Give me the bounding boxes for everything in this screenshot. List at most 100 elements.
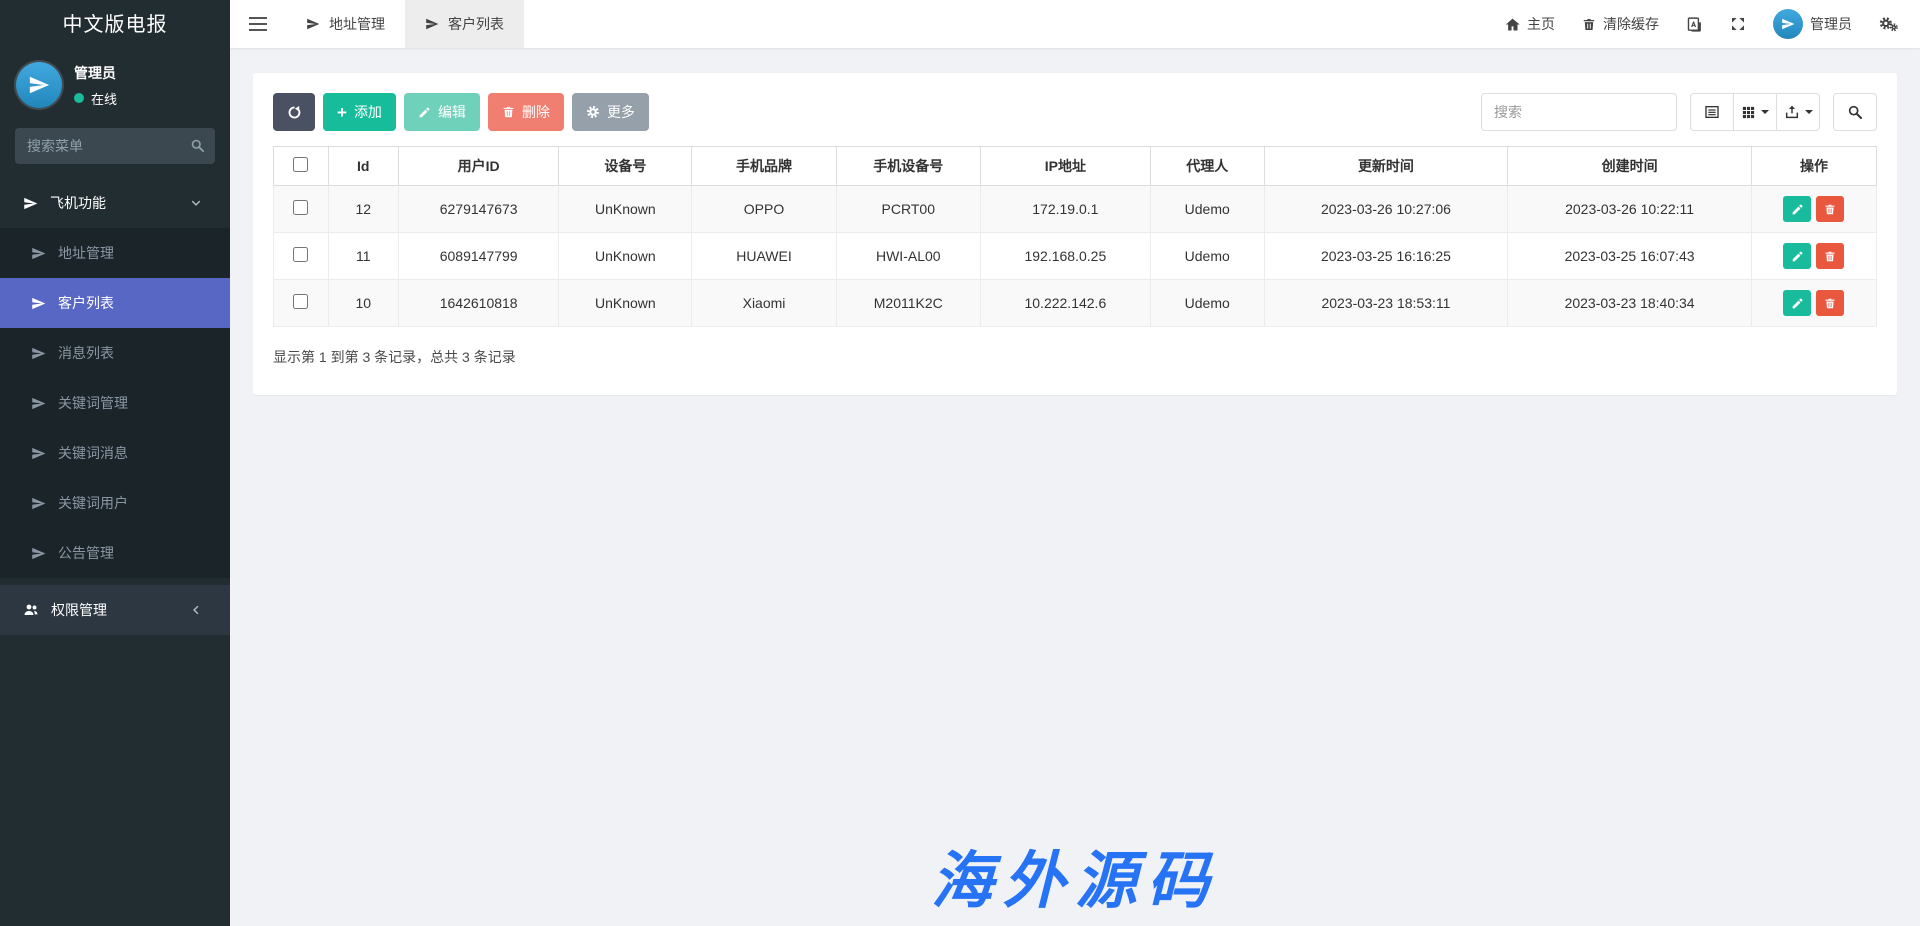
search-submit-button[interactable] <box>1833 93 1877 131</box>
edit-button[interactable]: 编辑 <box>404 93 480 131</box>
refresh-button[interactable] <box>273 93 315 131</box>
sidebar-item-address-mgmt[interactable]: 地址管理 <box>0 228 230 278</box>
fullscreen-button[interactable] <box>1730 16 1746 32</box>
col-model: 手机设备号 <box>836 147 980 186</box>
search-icon <box>1847 104 1863 120</box>
online-status-dot <box>74 93 84 103</box>
clear-cache-link[interactable]: 清除缓存 <box>1582 14 1659 34</box>
table-search-input[interactable] <box>1481 93 1677 131</box>
paper-plane-icon <box>31 246 46 261</box>
navbar-right: 主页 清除缓存 管理员 <box>1505 0 1920 48</box>
user-name: 管理员 <box>74 63 117 83</box>
paper-plane-icon <box>31 296 46 311</box>
sidebar-item-keyword-mgmt[interactable]: 关键词管理 <box>0 378 230 428</box>
col-agent: 代理人 <box>1150 147 1264 186</box>
select-all-checkbox[interactable] <box>293 157 308 172</box>
home-link[interactable]: 主页 <box>1505 14 1555 34</box>
row-edit-button[interactable] <box>1783 290 1811 316</box>
sidebar-item-announcement-mgmt[interactable]: 公告管理 <box>0 528 230 578</box>
pencil-icon <box>1791 297 1804 310</box>
pencil-icon <box>418 106 431 119</box>
cell-created: 2023-03-25 16:07:43 <box>1508 233 1752 280</box>
export-button[interactable] <box>1776 93 1820 131</box>
cell-device: UnKnown <box>559 280 692 327</box>
cell-brand: HUAWEI <box>692 233 836 280</box>
row-delete-button[interactable] <box>1816 290 1844 316</box>
delete-label: 删除 <box>522 102 550 122</box>
refresh-icon <box>287 105 302 120</box>
caret-down-icon <box>1805 110 1813 114</box>
table-row[interactable]: 11 6089147799 UnKnown HUAWEI HWI-AL00 19… <box>274 233 1877 280</box>
table-row[interactable]: 12 6279147673 UnKnown OPPO PCRT00 172.19… <box>274 186 1877 233</box>
more-button[interactable]: 更多 <box>572 93 649 131</box>
settings-button[interactable] <box>1879 16 1898 32</box>
sidebar-item-keyword-user[interactable]: 关键词用户 <box>0 478 230 528</box>
row-checkbox[interactable] <box>293 200 308 215</box>
cell-device: UnKnown <box>559 233 692 280</box>
pencil-icon <box>1791 203 1804 216</box>
sidebar-item-keyword-message[interactable]: 关键词消息 <box>0 428 230 478</box>
col-updated: 更新时间 <box>1264 147 1508 186</box>
search-icon[interactable] <box>190 138 205 153</box>
customer-table-card: + 添加 编辑 删除 更多 <box>253 73 1897 395</box>
col-created: 创建时间 <box>1508 147 1752 186</box>
cell-created: 2023-03-26 10:22:11 <box>1508 186 1752 233</box>
col-user-id: 用户ID <box>399 147 559 186</box>
sidebar-item-permission-mgmt[interactable]: 权限管理 <box>0 585 230 635</box>
detail-view-icon <box>1704 104 1720 120</box>
admin-profile[interactable]: 管理员 <box>1773 9 1852 39</box>
main-area: 地址管理 客户列表 主页 清除缓存 <box>230 0 1920 926</box>
cell-ip: 172.19.0.1 <box>980 186 1150 233</box>
row-delete-button[interactable] <box>1816 243 1844 269</box>
row-edit-button[interactable] <box>1783 196 1811 222</box>
chevron-left-icon <box>190 604 202 616</box>
cell-brand: Xiaomi <box>692 280 836 327</box>
pencil-icon <box>1791 250 1804 263</box>
cell-user-id: 6089147799 <box>399 233 559 280</box>
cell-user-id: 1642610818 <box>399 280 559 327</box>
cell-ip: 192.168.0.25 <box>980 233 1150 280</box>
tab-customer-list[interactable]: 客户列表 <box>405 0 524 48</box>
language-button[interactable] <box>1686 16 1703 33</box>
row-checkbox[interactable] <box>293 247 308 262</box>
sidebar-item-plane-functions[interactable]: 飞机功能 <box>0 178 230 228</box>
sidebar-item-customer-list[interactable]: 客户列表 <box>0 278 230 328</box>
sidebar-item-label: 客户列表 <box>58 293 114 313</box>
row-delete-button[interactable] <box>1816 196 1844 222</box>
add-button[interactable]: + 添加 <box>323 93 396 131</box>
cell-id: 12 <box>328 186 399 233</box>
cell-id: 11 <box>328 233 399 280</box>
paper-plane-icon <box>31 396 46 411</box>
sidebar-menu: 飞机功能 地址管理 客户列表 消息列表 关键词管理 关键词消息 <box>0 178 230 635</box>
cell-id: 10 <box>328 280 399 327</box>
col-id: Id <box>328 147 399 186</box>
sidebar-item-label: 关键词管理 <box>58 393 128 413</box>
toggle-view-button[interactable] <box>1690 93 1734 131</box>
row-edit-button[interactable] <box>1783 243 1811 269</box>
columns-button[interactable] <box>1733 93 1777 131</box>
sidebar-toggle-button[interactable] <box>230 0 286 48</box>
home-label: 主页 <box>1527 14 1555 34</box>
trash-icon <box>502 105 515 119</box>
delete-button[interactable]: 删除 <box>488 93 564 131</box>
table-header-row: Id 用户ID 设备号 手机品牌 手机设备号 IP地址 代理人 更新时间 创建时… <box>274 147 1877 186</box>
table-row[interactable]: 10 1642610818 UnKnown Xiaomi M2011K2C 10… <box>274 280 1877 327</box>
sidebar-item-label: 地址管理 <box>58 243 114 263</box>
gear-icon <box>586 105 600 119</box>
cell-device: UnKnown <box>559 186 692 233</box>
cogs-icon <box>1879 16 1898 32</box>
sidebar-search-input[interactable] <box>15 128 215 164</box>
cell-created: 2023-03-23 18:40:34 <box>1508 280 1752 327</box>
add-label: 添加 <box>354 102 382 122</box>
cell-model: HWI-AL00 <box>836 233 980 280</box>
cell-agent: Udemo <box>1150 186 1264 233</box>
sidebar-item-label: 消息列表 <box>58 343 114 363</box>
tab-address-mgmt[interactable]: 地址管理 <box>286 0 405 48</box>
sidebar-item-label: 飞机功能 <box>50 193 106 213</box>
sidebar-item-message-list[interactable]: 消息列表 <box>0 328 230 378</box>
row-checkbox[interactable] <box>293 294 308 309</box>
trash-icon <box>1582 17 1596 32</box>
sidebar-item-label: 关键词消息 <box>58 443 128 463</box>
cell-updated: 2023-03-25 16:16:25 <box>1264 233 1508 280</box>
paper-plane-icon <box>23 196 38 211</box>
